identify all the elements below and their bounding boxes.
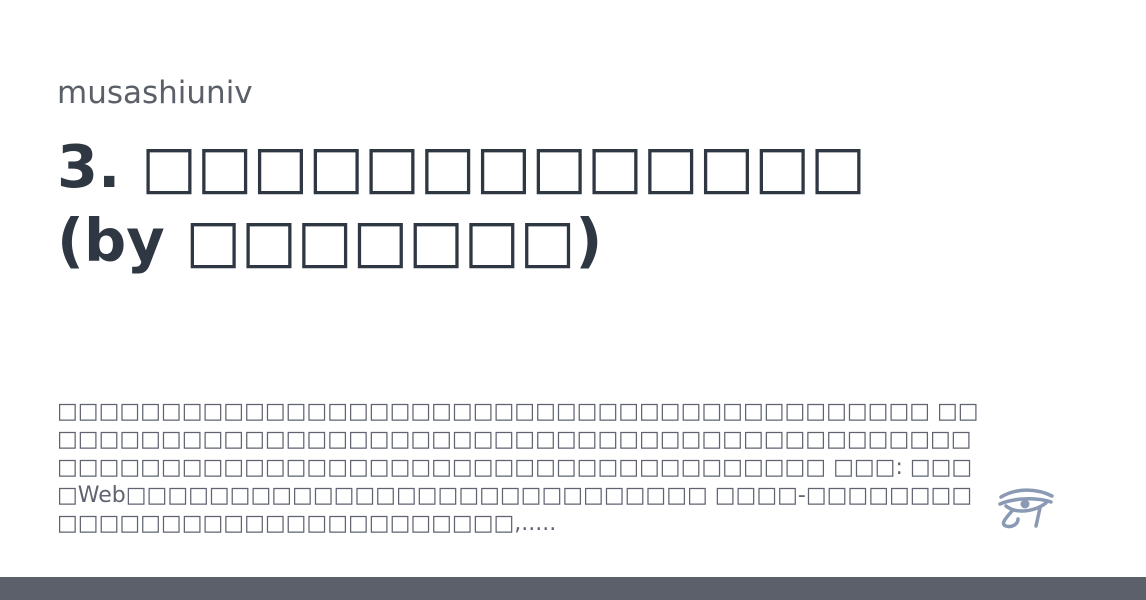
bottom-bar <box>0 577 1146 600</box>
eye-of-horus-icon <box>996 488 1056 532</box>
article-title: 3. □□□□□□□□□□□□□ (by □□□□□□□) <box>57 132 866 275</box>
site-name: musashiuniv <box>57 75 253 111</box>
article-description: □□□□□□□□□□□□□□□□□□□□□□□□□□□□□□□□□□□□□□□□… <box>57 399 979 536</box>
share-card: musashiuniv 3. □□□□□□□□□□□□□ (by □□□□□□□… <box>0 0 1146 600</box>
